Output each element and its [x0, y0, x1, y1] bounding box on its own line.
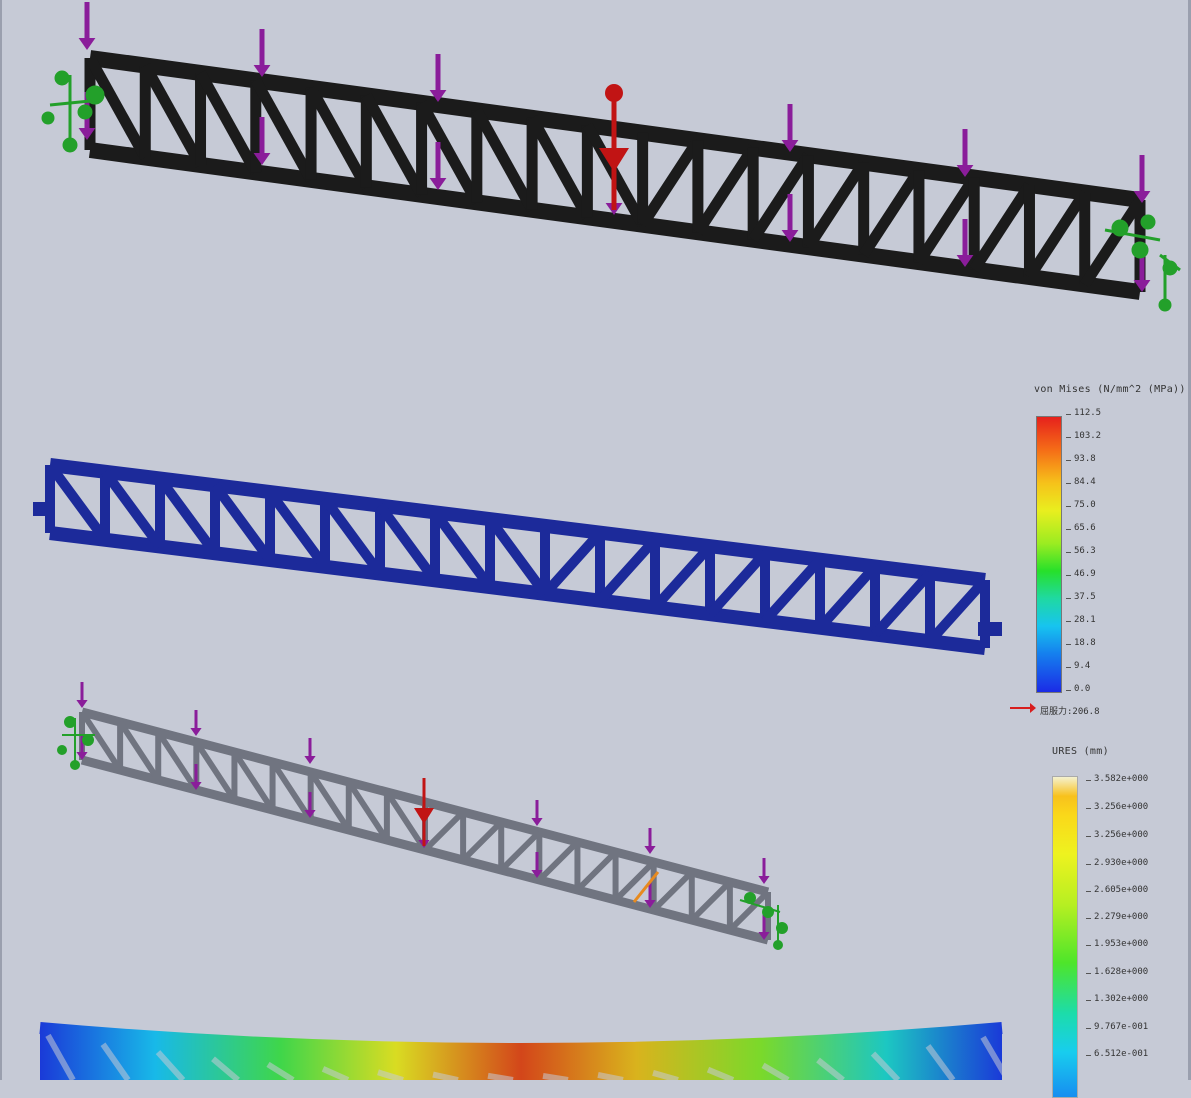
truss-grey-model[interactable] — [57, 682, 788, 950]
displacement-tick: 1.628e+000 — [1085, 967, 1149, 977]
stress-legend-title: von Mises (N/mm^2 (MPa)) — [1034, 384, 1186, 395]
grey-diagonal-member — [575, 849, 618, 893]
mesh-diagonal-member — [140, 62, 206, 168]
stress-diagonal-member — [706, 549, 769, 618]
truss-stress-body — [45, 458, 990, 655]
displacement-tick: 2.605e+000 — [1085, 885, 1149, 895]
displacement-tick: 2.930e+000 — [1085, 858, 1149, 868]
stress-tick: 84.4 — [1066, 477, 1096, 487]
mesh-diagonal-member — [1080, 196, 1145, 288]
stress-legend: von Mises (N/mm^2 (MPa)) 112.5 103.2 93.… — [1010, 384, 1189, 724]
stress-diagonal-member — [651, 542, 714, 611]
mesh-diagonal-member — [472, 107, 537, 213]
stress-tick: 103.2 — [1065, 431, 1102, 441]
displacement-tick: 1.302e+000 — [1085, 994, 1149, 1004]
load-arrow-icon — [190, 710, 202, 736]
grey-diagonal-member — [499, 829, 542, 873]
grey-diagonal-member — [422, 809, 466, 853]
mesh-diagonal-member — [361, 92, 427, 198]
load-arrow-icon — [644, 828, 656, 854]
stress-diagonal-member — [541, 529, 604, 598]
load-arrow-icon — [76, 682, 88, 708]
stress-tick: 9.4 — [1065, 661, 1091, 671]
mesh-diagonal-member — [306, 85, 372, 191]
stress-diagonal-member — [761, 556, 824, 625]
stress-tick: 28.1 — [1066, 615, 1096, 625]
displacement-tick: 6.512e-001 — [1085, 1049, 1149, 1059]
mesh-diagonal-member — [693, 144, 758, 236]
truss-models-canvas[interactable] — [0, 0, 1191, 1080]
stress-tick: 0.0 — [1065, 684, 1091, 694]
load-arrow-icon — [78, 2, 96, 50]
truss-mesh-model[interactable] — [41, 2, 1181, 312]
truss-displacement-model[interactable] — [39, 1022, 1011, 1080]
load-arrow-icon — [429, 54, 447, 102]
load-arrow-icon — [531, 800, 543, 826]
stress-diagonal-member — [816, 563, 879, 632]
stress-tick: 18.8 — [1066, 638, 1096, 648]
load-arrow-icon — [758, 858, 770, 884]
mesh-diagonal-member — [748, 152, 814, 243]
displacement-tick: 3.256e+000 — [1085, 830, 1149, 840]
displacement-color-bar — [1052, 776, 1078, 1098]
mesh-diagonal-member — [527, 115, 593, 220]
displacement-diagonal-member — [542, 1072, 569, 1080]
yield-arrow-icon — [1010, 703, 1036, 713]
grey-diagonal-member — [689, 879, 733, 923]
stress-tick: 46.9 — [1066, 569, 1096, 579]
stress-diagonal-member — [926, 576, 989, 645]
displacement-tick: 3.582e+000 — [1085, 774, 1149, 784]
grey-diagonal-member — [613, 859, 656, 903]
stress-tick: 75.0 — [1066, 500, 1096, 510]
stress-tick: 93.8 — [1066, 454, 1096, 464]
yield-strength-label: 屈服力:206.8 — [1040, 707, 1100, 717]
mesh-diagonal-member — [638, 137, 703, 228]
stress-diagonal-member — [871, 569, 934, 638]
displacement-legend-title: URES (mm) — [1052, 746, 1109, 757]
stress-diagonal-member — [596, 536, 659, 604]
truss-displacement-body — [39, 1022, 1011, 1080]
stress-tick: 112.5 — [1065, 408, 1102, 418]
displacement-tick: 1.953e+000 — [1085, 939, 1149, 949]
load-arrow-icon — [304, 738, 316, 764]
displacement-tick: 3.256e+000 — [1085, 802, 1149, 812]
mesh-diagonal-member — [969, 182, 1035, 273]
mesh-diagonal-member — [416, 100, 482, 205]
displacement-legend: URES (mm) 3.582e+000 3.256e+000 3.256e+0… — [1044, 744, 1189, 1098]
stress-tick: 65.6 — [1066, 523, 1096, 533]
mesh-diagonal-member — [1024, 189, 1090, 281]
fea-results-viewport[interactable]: von Mises (N/mm^2 (MPa)) 112.5 103.2 93.… — [0, 0, 1191, 1098]
stress-color-bar — [1036, 416, 1062, 693]
mesh-diagonal-member — [859, 167, 924, 258]
displacement-diagonal-member — [487, 1072, 514, 1080]
truss-stress-model[interactable] — [33, 458, 1002, 655]
load-arrow-icon — [253, 29, 271, 77]
mesh-diagonal-member — [195, 70, 261, 176]
grey-diagonal-member — [651, 869, 694, 913]
grey-diagonal-member — [460, 819, 504, 863]
mesh-diagonal-member — [803, 159, 869, 251]
stress-tick: 37.5 — [1066, 592, 1096, 602]
displacement-tick: 9.767e-001 — [1085, 1022, 1149, 1032]
stress-tick: 56.3 — [1066, 546, 1096, 556]
mesh-diagonal-member — [85, 55, 151, 161]
displacement-tick: 2.279e+000 — [1085, 912, 1149, 922]
grey-diagonal-member — [537, 839, 580, 883]
